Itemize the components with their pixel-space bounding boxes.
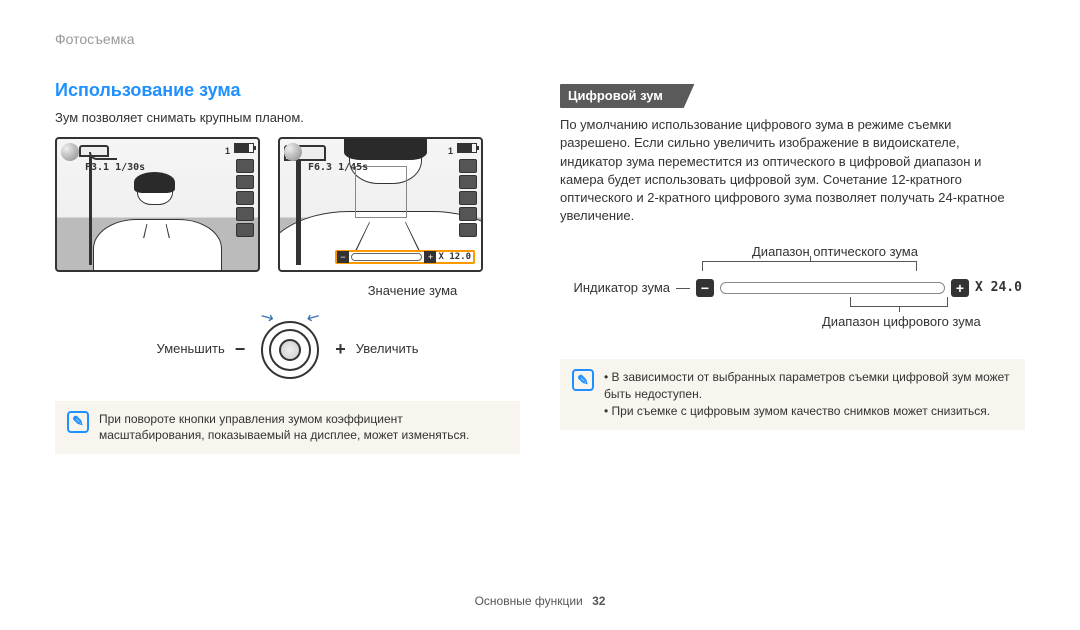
zoom-out-icon: − — [337, 251, 349, 263]
status-icon — [236, 223, 254, 237]
lamppost-graphic — [296, 147, 301, 265]
minus-icon: − — [235, 337, 246, 362]
status-icon — [459, 159, 477, 173]
bracket-top — [702, 261, 917, 271]
breadcrumb: Фотосъемка — [55, 30, 135, 50]
status-icon — [459, 175, 477, 189]
intro-text: Зум позволяет снимать крупным планом. — [55, 109, 520, 127]
camera-screen-1: F3.1 1/30s 1 — [55, 137, 260, 272]
shot-count: 1 — [448, 145, 453, 158]
body-text: По умолчанию использование цифрового зум… — [560, 116, 1025, 225]
status-icon — [236, 191, 254, 205]
callout-line — [440, 270, 441, 272]
status-icon — [236, 175, 254, 189]
note-text: При повороте кнопки управления зумом коэ… — [99, 411, 508, 445]
optical-range-label: Диапазон оптического зума — [752, 243, 918, 261]
footer-section: Основные функции — [475, 594, 583, 608]
mode-icon — [284, 143, 302, 161]
shot-count: 1 — [225, 145, 230, 158]
exposure-readout: F6.3 1/45s — [308, 161, 368, 175]
battery-icon — [457, 143, 477, 153]
status-icons — [459, 159, 477, 237]
status-icon — [236, 207, 254, 221]
zoom-value: X 12.0 — [436, 251, 473, 264]
mode-icon — [61, 143, 79, 161]
page-number: 32 — [592, 594, 605, 608]
subsection-title: Цифровой зум — [560, 84, 683, 108]
note-item: В зависимости от выбранных параметров съ… — [604, 369, 1013, 403]
zoom-value-label: Значение зума — [368, 282, 458, 300]
digital-range-label: Диапазон цифрового зума — [822, 313, 981, 331]
status-icon — [459, 191, 477, 205]
left-column: Использование зума Зум позволяет снимать… — [55, 50, 520, 454]
note-item: При съемке с цифровым зумом качество сни… — [604, 403, 1013, 420]
indicator-track — [720, 282, 945, 294]
page-footer: Основные функции 32 — [0, 593, 1080, 610]
status-icons — [236, 159, 254, 237]
plus-icon: + — [335, 337, 346, 362]
zoom-track — [351, 253, 422, 261]
zoom-dial-group: Уменьшить − ↘ ↙ + Увеличить — [55, 315, 520, 385]
indicator-label: Индикатор зума — [560, 279, 670, 297]
zoom-dial: ↘ ↙ — [255, 315, 325, 385]
indicator-value: X 24.0 — [975, 279, 1022, 297]
camera-screenshots: F3.1 1/30s 1 F — [55, 137, 520, 272]
status-icon — [459, 223, 477, 237]
zoom-bar: − + X 12.0 — [335, 250, 475, 264]
lamp-arm-graphic — [89, 152, 117, 160]
leader-line — [676, 288, 690, 289]
battery-icon — [234, 143, 254, 153]
zoom-in-icon: + — [424, 251, 436, 263]
minus-icon: − — [696, 279, 714, 297]
person-graphic — [93, 168, 222, 270]
note-box: ✎ В зависимости от выбранных параметров … — [560, 359, 1025, 429]
status-icon — [459, 207, 477, 221]
bracket-bottom — [850, 297, 948, 307]
right-column: Цифровой зум По умолчанию использование … — [560, 50, 1025, 454]
status-icon — [236, 159, 254, 173]
section-title: Использование зума — [55, 78, 520, 103]
decrease-label: Уменьшить — [157, 340, 225, 358]
info-icon: ✎ — [67, 411, 89, 433]
note-list: В зависимости от выбранных параметров съ… — [604, 369, 1013, 419]
camera-screen-2: F6.3 1/45s 1 − + X 12.0 — [278, 137, 483, 272]
exposure-readout: F3.1 1/30s — [85, 161, 145, 175]
plus-icon: + — [951, 279, 969, 297]
note-box: ✎ При повороте кнопки управления зумом к… — [55, 401, 520, 455]
zoom-indicator-diagram: Диапазон оптического зума Индикатор зума… — [560, 243, 1025, 343]
increase-label: Увеличить — [356, 340, 419, 358]
info-icon: ✎ — [572, 369, 594, 391]
